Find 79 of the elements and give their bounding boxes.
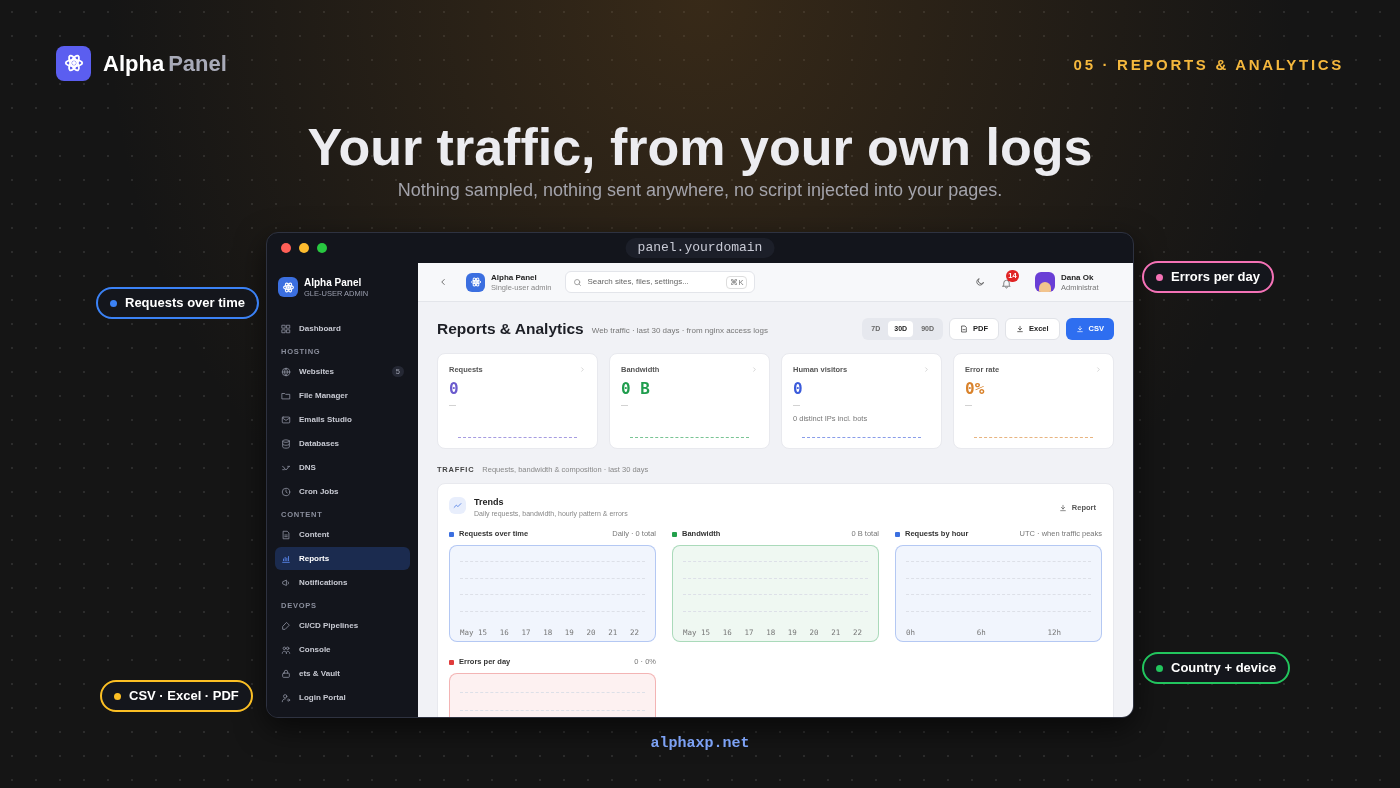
footer-link[interactable]: alphaxp.net (650, 733, 750, 756)
bell-icon[interactable] (1001, 278, 1012, 289)
sidebar-item[interactable]: Content (275, 523, 410, 546)
callout-text: Requests over time (125, 294, 245, 313)
nav-icon (281, 553, 291, 564)
address-bar: panel.yourdomain (625, 238, 775, 258)
nav-icon (281, 390, 291, 401)
logo-icon (466, 272, 485, 292)
page-title: Reports & Analytics (437, 319, 584, 340)
nav-icon (281, 668, 291, 679)
file-icon (959, 325, 968, 333)
headline: Your traffic, from your own logs (307, 117, 1093, 177)
sidebar-item[interactable]: Reports (275, 547, 410, 570)
nav-label: CI/CD Pipelines (299, 619, 360, 632)
stat-value: 0 (793, 380, 804, 399)
chevron-icon (1095, 366, 1102, 374)
nav-label: Console (299, 643, 332, 656)
nav-label: Databases (299, 437, 341, 450)
download-icon (1058, 503, 1067, 512)
nav-label: Notifications (299, 576, 349, 589)
callout-text: Country + device (1171, 659, 1277, 678)
sidebar-item[interactable]: Login Portal (275, 686, 410, 709)
back-icon[interactable] (438, 277, 448, 287)
sidebar-item[interactable]: Cron Jobs (275, 480, 410, 503)
chevron-icon (751, 366, 758, 374)
nav-label: ets & Vault (299, 667, 341, 680)
search-input[interactable]: Search sites, files, settings... (587, 276, 722, 288)
callout-text: CSV · Excel · PDF (129, 687, 239, 706)
nav-icon (281, 414, 291, 425)
nav-label: DNS (299, 461, 317, 474)
nav-icon (281, 644, 291, 655)
callout-text: Errors per day (1171, 268, 1260, 287)
stat-value: 0 (449, 380, 460, 399)
nav-label: Dashboard (299, 322, 342, 335)
nav-label: File Manager (299, 389, 349, 402)
sidebar-item[interactable]: Console (275, 638, 410, 661)
page-subtitle: Web traffic · last 30 days · from nginx access logs (591, 324, 768, 337)
user-name: Dana Ok (1061, 272, 1095, 283)
logo-icon (56, 45, 91, 81)
sidebar-item[interactable]: CI/CD Pipelines (275, 614, 410, 637)
nav-label: Emails Studio (299, 413, 353, 426)
nav-icon (281, 529, 291, 540)
search-icon (573, 277, 583, 287)
nav-icon (281, 620, 291, 631)
brand-name-suffix: Panel (168, 49, 227, 78)
nav-label: Reports (299, 552, 331, 565)
sidebar-item[interactable]: File Manager (275, 384, 410, 407)
sidebar-item[interactable]: ets & Vault (275, 662, 410, 685)
card-title: Trends (474, 496, 505, 508)
nav-label: Websites (299, 365, 335, 378)
sidebar-item[interactable]: DNS (275, 456, 410, 479)
nav-icon (281, 323, 291, 334)
trend-icon (449, 497, 466, 514)
moon-icon[interactable] (975, 277, 985, 287)
download-icon (1075, 325, 1084, 333)
sidebar-item[interactable]: Emails Studio (275, 408, 410, 431)
chevron-icon (923, 366, 930, 374)
section-label: 05 · REPORTS & ANALYTICS (1073, 54, 1344, 75)
app-name: Alpha Panel (304, 276, 363, 289)
nav-icon (281, 366, 291, 377)
stat-value: 0 B (621, 380, 651, 399)
nav-icon (281, 692, 291, 703)
app-name: Alpha Panel (491, 272, 538, 283)
nav-label: Login Portal (299, 691, 347, 704)
avatar-icon[interactable] (1035, 272, 1055, 292)
logo-icon (278, 277, 298, 297)
nav-icon (281, 577, 291, 588)
brand-name: Alpha (103, 49, 165, 78)
subheadline: Nothing sampled, nothing sent anywhere, no script injected into your pages. (397, 179, 1003, 201)
nav-icon (281, 438, 291, 449)
chevron-icon (579, 366, 586, 374)
sidebar-item[interactable]: Notifications (275, 571, 410, 594)
nav-label: Cron Jobs (299, 485, 340, 498)
nav-label: Content (299, 528, 331, 541)
download-icon (1015, 325, 1024, 333)
sidebar-item[interactable]: Dashboard (275, 317, 410, 340)
nav-icon (281, 486, 291, 497)
sidebar-item[interactable]: Databases (275, 432, 410, 455)
stat-value: 0% (965, 380, 986, 399)
